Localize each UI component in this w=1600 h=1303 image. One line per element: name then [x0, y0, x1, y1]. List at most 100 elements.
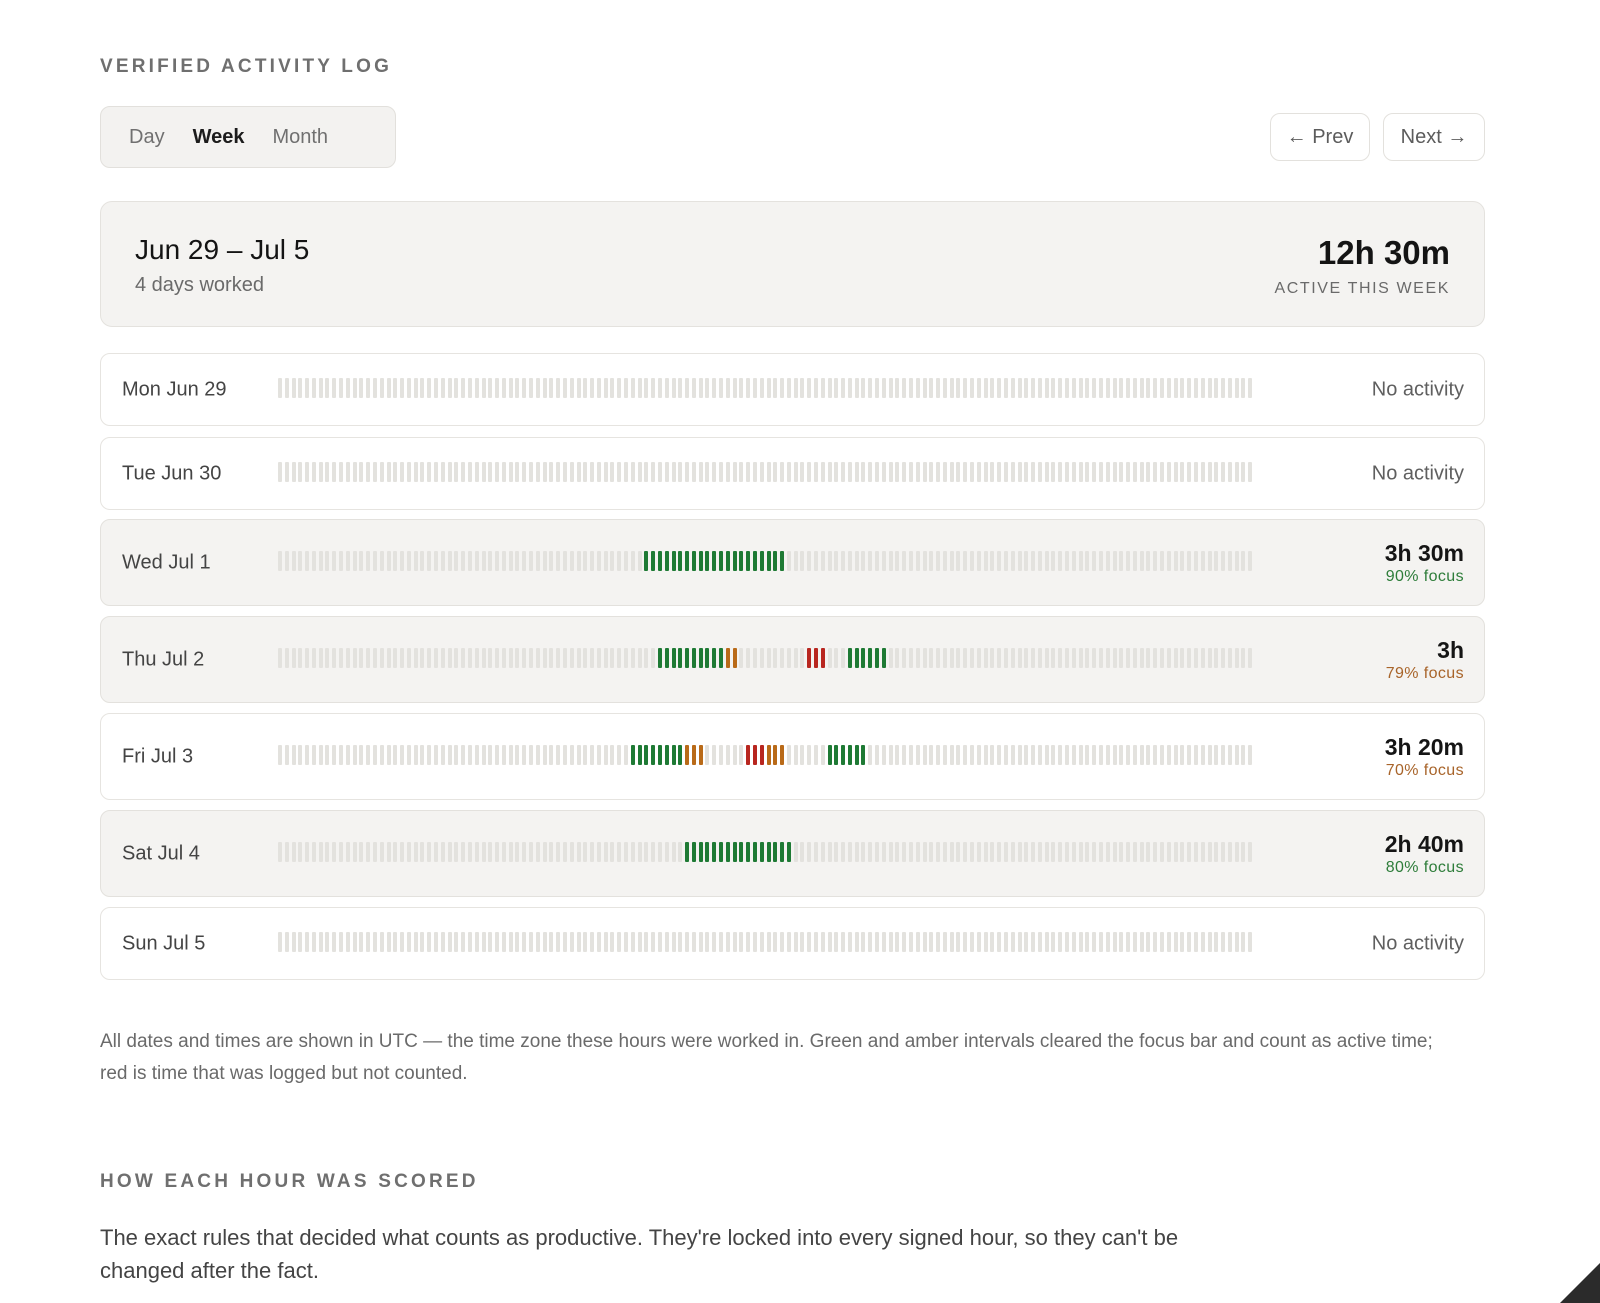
tab-day[interactable]: Day: [115, 118, 179, 157]
day-row[interactable]: Tue Jun 30 No activity: [100, 437, 1485, 510]
day-row[interactable]: Sat Jul 4 2h 40m 80% focus: [100, 810, 1485, 897]
tab-month[interactable]: Month: [258, 118, 342, 157]
day-row[interactable]: Sun Jul 5 No activity: [100, 907, 1485, 980]
empty-interval-tick: [773, 377, 778, 398]
empty-interval-tick: [379, 647, 384, 668]
empty-interval-tick: [345, 377, 350, 398]
empty-interval-tick: [1207, 461, 1212, 482]
empty-interval-tick: [515, 841, 520, 862]
green-interval-tick: [752, 841, 757, 862]
day-row[interactable]: Fri Jul 3 3h 20m 70% focus: [100, 713, 1485, 800]
empty-interval-tick: [339, 841, 344, 862]
empty-interval-tick: [1214, 931, 1219, 952]
day-timeline-strip: [278, 841, 1255, 862]
empty-interval-tick: [1037, 841, 1042, 862]
green-interval-tick: [732, 550, 737, 571]
empty-interval-tick: [400, 744, 405, 765]
empty-interval-tick: [1071, 647, 1076, 668]
empty-interval-tick: [963, 841, 968, 862]
empty-interval-tick: [379, 377, 384, 398]
empty-interval-tick: [949, 744, 954, 765]
empty-interval-tick: [881, 550, 886, 571]
green-interval-tick: [644, 744, 649, 765]
empty-interval-tick: [366, 647, 371, 668]
empty-interval-tick: [936, 647, 941, 668]
empty-interval-tick: [712, 931, 717, 952]
empty-interval-tick: [651, 377, 656, 398]
empty-interval-tick: [1051, 931, 1056, 952]
empty-interval-tick: [624, 744, 629, 765]
empty-interval-tick: [400, 377, 405, 398]
empty-interval-tick: [305, 931, 310, 952]
empty-interval-tick: [529, 841, 534, 862]
empty-interval-tick: [461, 461, 466, 482]
empty-interval-tick: [725, 377, 730, 398]
empty-interval-tick: [983, 841, 988, 862]
day-row[interactable]: Mon Jun 29 No activity: [100, 353, 1485, 426]
empty-interval-tick: [352, 744, 357, 765]
green-interval-tick: [766, 550, 771, 571]
empty-interval-tick: [467, 550, 472, 571]
empty-interval-tick: [1180, 461, 1185, 482]
empty-interval-tick: [1085, 931, 1090, 952]
day-row[interactable]: Wed Jul 1 3h 30m 90% focus: [100, 519, 1485, 606]
empty-interval-tick: [1132, 377, 1137, 398]
empty-interval-tick: [298, 841, 303, 862]
empty-interval-tick: [847, 550, 852, 571]
empty-interval-tick: [318, 550, 323, 571]
empty-interval-tick: [508, 841, 513, 862]
empty-interval-tick: [1146, 931, 1151, 952]
empty-interval-tick: [332, 841, 337, 862]
empty-interval-tick: [1241, 841, 1246, 862]
red-interval-tick: [807, 647, 812, 668]
empty-interval-tick: [651, 647, 656, 668]
tab-week[interactable]: Week: [179, 118, 259, 157]
empty-interval-tick: [942, 744, 947, 765]
empty-interval-tick: [549, 461, 554, 482]
empty-interval-tick: [284, 744, 289, 765]
empty-interval-tick: [1146, 647, 1151, 668]
empty-interval-tick: [372, 461, 377, 482]
empty-interval-tick: [556, 550, 561, 571]
empty-interval-tick: [780, 377, 785, 398]
prev-button[interactable]: ← Prev: [1270, 113, 1370, 161]
empty-interval-tick: [834, 377, 839, 398]
empty-interval-tick: [515, 647, 520, 668]
empty-interval-tick: [1071, 377, 1076, 398]
empty-interval-tick: [1003, 461, 1008, 482]
empty-interval-tick: [780, 461, 785, 482]
empty-interval-tick: [1200, 647, 1205, 668]
empty-interval-tick: [311, 461, 316, 482]
empty-interval-tick: [1044, 744, 1049, 765]
empty-interval-tick: [949, 931, 954, 952]
empty-interval-tick: [1051, 550, 1056, 571]
empty-interval-tick: [888, 550, 893, 571]
green-interval-tick: [651, 550, 656, 571]
empty-interval-tick: [1160, 647, 1164, 668]
empty-interval-tick: [590, 377, 595, 398]
empty-interval-tick: [752, 377, 757, 398]
empty-interval-tick: [813, 461, 818, 482]
empty-interval-tick: [359, 461, 364, 482]
empty-interval-tick: [1105, 931, 1110, 952]
empty-interval-tick: [386, 841, 391, 862]
empty-interval-tick: [515, 461, 520, 482]
day-row[interactable]: Thu Jul 2 3h 79% focus: [100, 616, 1485, 703]
empty-interval-tick: [488, 647, 493, 668]
next-button[interactable]: Next →: [1383, 113, 1485, 161]
empty-interval-tick: [461, 931, 466, 952]
empty-interval-tick: [481, 377, 486, 398]
empty-interval-tick: [725, 744, 730, 765]
empty-interval-tick: [556, 461, 561, 482]
empty-interval-tick: [535, 841, 540, 862]
empty-interval-tick: [1037, 744, 1042, 765]
amber-interval-tick: [773, 744, 778, 765]
empty-interval-tick: [535, 377, 540, 398]
empty-interval-tick: [719, 377, 723, 398]
empty-interval-tick: [1166, 377, 1171, 398]
empty-interval-tick: [1092, 461, 1097, 482]
scoring-section-title: HOW EACH HOUR WAS SCORED: [100, 1171, 479, 1192]
empty-interval-tick: [420, 744, 425, 765]
empty-interval-tick: [522, 377, 527, 398]
amber-interval-tick: [725, 647, 730, 668]
